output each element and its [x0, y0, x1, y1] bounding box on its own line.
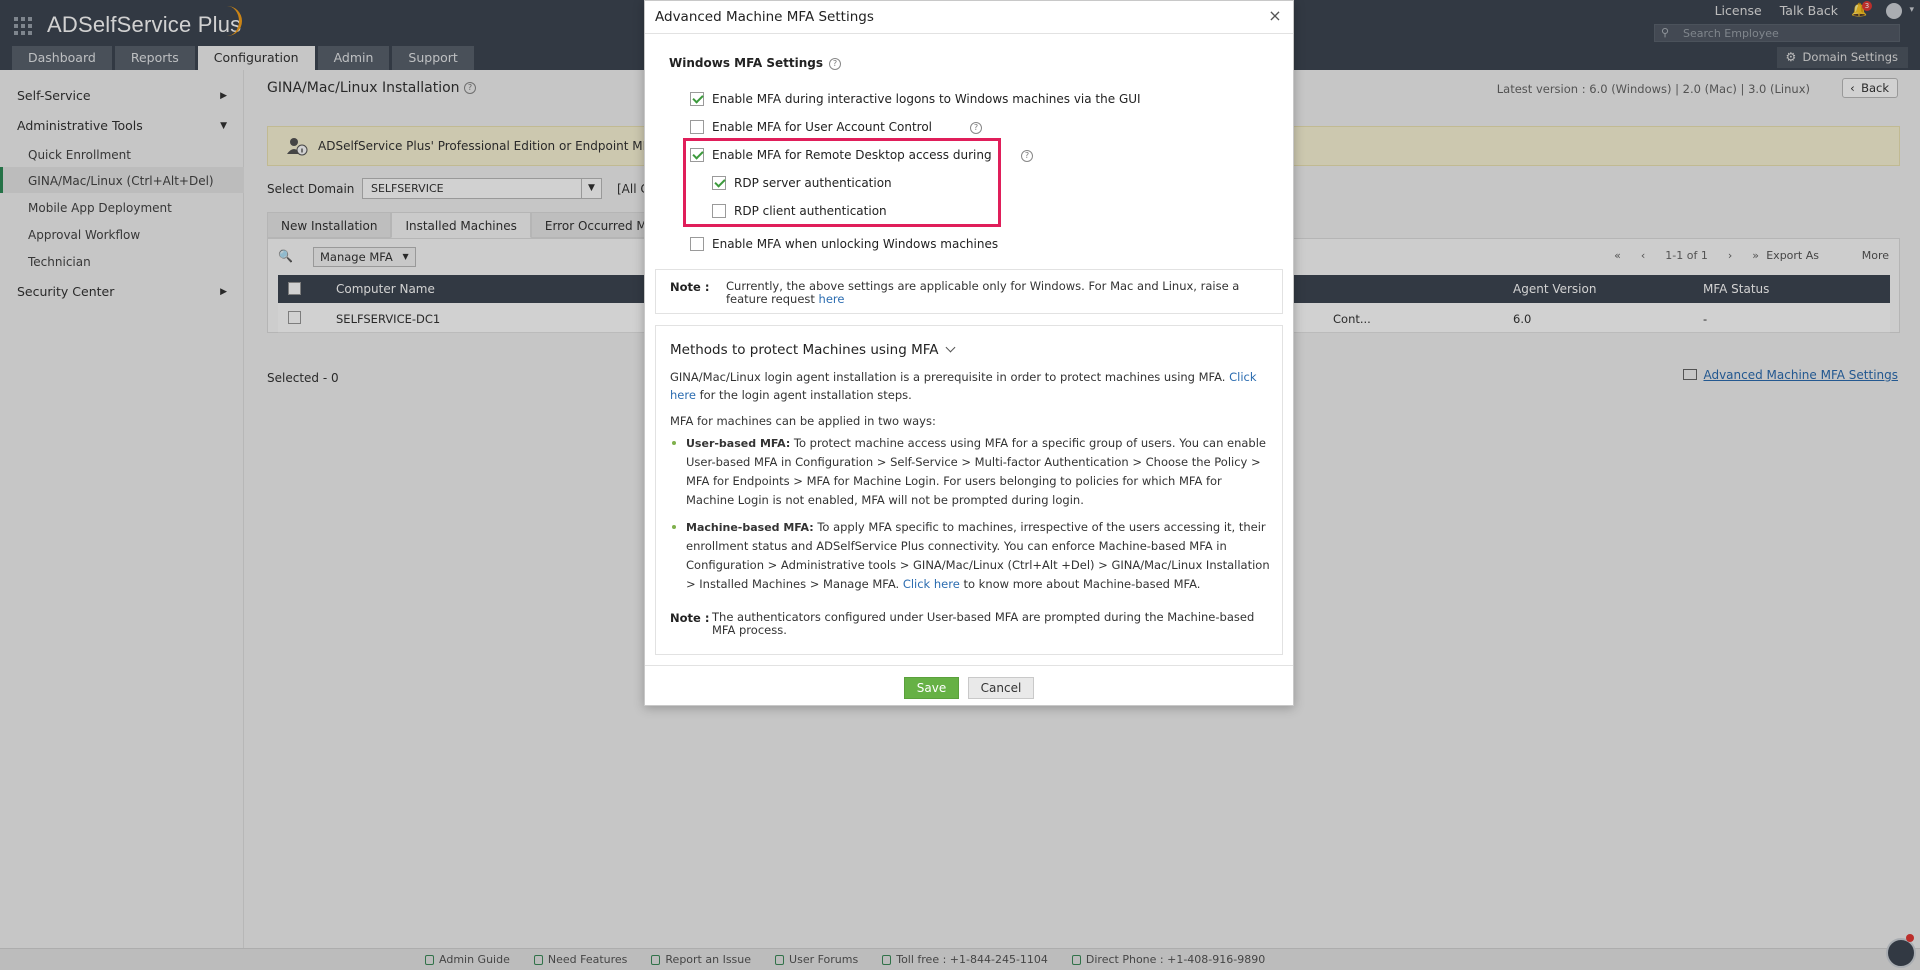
machine-based-mfa-tail: to know more about Machine-based MFA.: [959, 577, 1201, 591]
interactive-logon-label: Enable MFA during interactive logons to …: [712, 92, 1141, 106]
note-label: Note :: [670, 280, 710, 294]
methods-ways: MFA for machines can be applied in two w…: [670, 414, 936, 428]
methods-intro: GINA/Mac/Linux login agent installation …: [670, 368, 1270, 404]
help-icon[interactable]: ?: [970, 122, 982, 134]
machine-based-mfa-item: Machine-based MFA: To apply MFA specific…: [670, 518, 1270, 594]
note-box: Note : Currently, the above settings are…: [655, 269, 1283, 314]
unlock-label: Enable MFA when unlocking Windows machin…: [712, 237, 999, 251]
methods-title[interactable]: Methods to protect Machines using MFA: [670, 342, 955, 358]
methods-note-label: Note :: [670, 611, 710, 625]
note-text: Currently, the above settings are applic…: [726, 280, 1271, 306]
feature-request-link[interactable]: here: [819, 292, 845, 306]
user-based-mfa-item: User-based MFA: To protect machine acces…: [670, 434, 1270, 510]
save-button[interactable]: Save: [904, 677, 959, 699]
section-heading-text: Windows MFA Settings: [669, 56, 824, 70]
dialog-footer: Save Cancel: [645, 665, 1293, 706]
interactive-logon-checkbox[interactable]: [690, 92, 704, 106]
uac-checkbox[interactable]: [690, 120, 704, 134]
cancel-button[interactable]: Cancel: [968, 677, 1034, 699]
dialog-title: Advanced Machine MFA Settings: [655, 9, 874, 25]
methods-title-text: Methods to protect Machines using MFA: [670, 342, 939, 358]
highlight-annotation-box: [683, 138, 1001, 227]
machine-based-more-link[interactable]: Click here: [903, 577, 960, 591]
uac-label: Enable MFA for User Account Control: [712, 120, 932, 134]
advanced-mfa-settings-dialog: Advanced Machine MFA Settings × Windows …: [644, 0, 1294, 706]
methods-intro-text: GINA/Mac/Linux login agent installation …: [670, 370, 1230, 384]
methods-note-text: The authenticators configured under User…: [712, 610, 1255, 637]
windows-mfa-settings-heading: Windows MFA Settings?: [669, 56, 842, 70]
methods-intro-tail: for the login agent installation steps.: [695, 388, 912, 402]
methods-section: Methods to protect Machines using MFA GI…: [655, 325, 1283, 655]
note-text-body: Currently, the above settings are applic…: [726, 279, 1240, 306]
machine-based-mfa-title: Machine-based MFA:: [686, 521, 814, 534]
dialog-header: Advanced Machine MFA Settings ×: [645, 1, 1293, 34]
chevron-down-icon[interactable]: [945, 342, 955, 353]
user-based-mfa-title: User-based MFA:: [686, 437, 791, 450]
help-icon[interactable]: ?: [1021, 150, 1033, 162]
help-icon[interactable]: ?: [829, 57, 842, 70]
unlock-checkbox[interactable]: [690, 237, 704, 251]
close-icon[interactable]: ×: [1267, 6, 1283, 26]
